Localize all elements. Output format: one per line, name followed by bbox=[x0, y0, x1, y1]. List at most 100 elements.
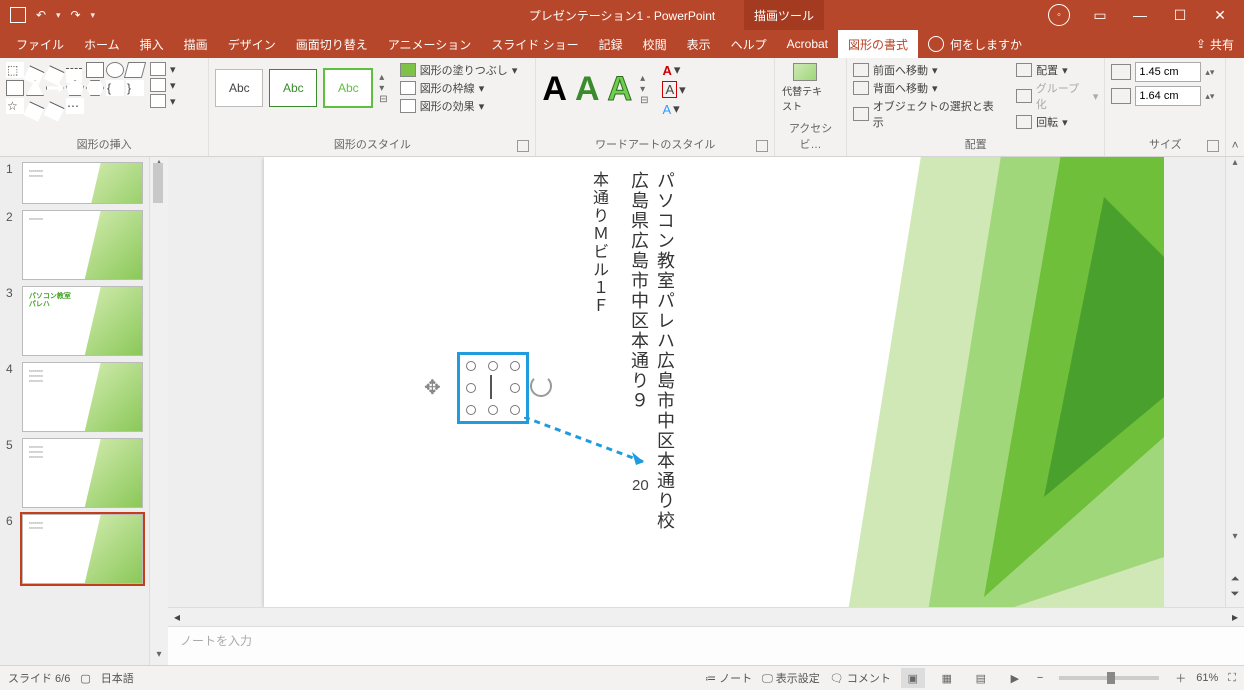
shape-outline-button[interactable]: 図形の枠線 ▾ bbox=[400, 80, 518, 96]
parallelogram-shape-icon[interactable] bbox=[124, 62, 146, 78]
thumb-row-2[interactable]: 2xxxxxxx bbox=[0, 207, 149, 283]
dialog-launcher-icon[interactable] bbox=[1207, 140, 1219, 152]
wordart-gallery-more[interactable]: ▴▾⊟ bbox=[640, 73, 648, 106]
edit-shape-button[interactable]: ▾ bbox=[150, 62, 176, 76]
shape-style-2[interactable]: Abc bbox=[269, 69, 317, 107]
tab-help[interactable]: ヘルプ bbox=[721, 30, 777, 58]
normal-view-button[interactable]: ▣ bbox=[901, 668, 925, 688]
minimize-button[interactable]: — bbox=[1130, 7, 1150, 23]
tab-slideshow[interactable]: スライド ショー bbox=[481, 30, 588, 58]
scroll-thumb[interactable] bbox=[153, 163, 163, 203]
tab-animations[interactable]: アニメーション bbox=[378, 30, 482, 58]
undo-button[interactable]: ↶ bbox=[32, 8, 50, 22]
curve-shape-icon[interactable]: { bbox=[106, 80, 124, 96]
selection-pane-button[interactable]: オブジェクトの選択と表示 bbox=[853, 98, 1002, 130]
comments-button[interactable]: 🗨 コメント bbox=[830, 670, 891, 686]
zoom-level[interactable]: 61% bbox=[1196, 672, 1218, 684]
scroll-up-icon[interactable]: ▴ bbox=[1226, 157, 1244, 173]
vertical-scrollbar[interactable]: ▴ ▾ ⏶ ⏷ bbox=[1225, 157, 1244, 607]
thumb-row-3[interactable]: 3パソコン教室パレハ bbox=[0, 283, 149, 359]
display-settings-button[interactable]: 🖵 表示設定 bbox=[762, 670, 820, 686]
close-button[interactable]: ✕ bbox=[1210, 7, 1230, 24]
tab-shape-format[interactable]: 図形の書式 bbox=[838, 30, 918, 58]
thumb-row-1[interactable]: 1xxxxxxxxxxxxxx bbox=[0, 159, 149, 207]
horizontal-scrollbar[interactable]: ◂ ▸ bbox=[168, 607, 1244, 626]
qat-customize-icon[interactable]: ▾ bbox=[91, 10, 96, 21]
fit-to-window-button[interactable]: ⛶ bbox=[1228, 672, 1236, 685]
thumb-row-4[interactable]: 4xxxxxxxxxxxxxxxxxxxxx bbox=[0, 359, 149, 435]
wordart-style-3[interactable]: A bbox=[608, 70, 633, 109]
brace-shape-icon[interactable]: } bbox=[126, 80, 144, 96]
tab-review[interactable]: 校閲 bbox=[633, 30, 677, 58]
redo-button[interactable]: ↷ bbox=[67, 8, 85, 22]
align-button[interactable]: 配置 ▾ bbox=[1016, 62, 1098, 78]
spinner-icon[interactable]: ▴▾ bbox=[1205, 67, 1214, 78]
line-arrow-shape-icon[interactable] bbox=[44, 65, 65, 85]
dialog-launcher-icon[interactable] bbox=[756, 140, 768, 152]
selected-shape-highlight[interactable] bbox=[457, 352, 529, 424]
scroll-down-icon[interactable]: ▾ bbox=[1226, 531, 1244, 547]
tab-design[interactable]: デザイン bbox=[218, 30, 286, 58]
resize-handle[interactable] bbox=[510, 405, 520, 415]
resize-handle[interactable] bbox=[466, 383, 476, 393]
rect-shape-icon[interactable] bbox=[86, 62, 104, 78]
tab-home[interactable]: ホーム bbox=[74, 30, 130, 58]
slideshow-view-button[interactable]: ▶ bbox=[1003, 668, 1027, 688]
maximize-button[interactable]: ☐ bbox=[1170, 7, 1190, 24]
tab-file[interactable]: ファイル bbox=[6, 30, 74, 58]
bring-forward-button[interactable]: 前面へ移動 ▾ bbox=[853, 62, 1002, 78]
ribbon-options-icon[interactable]: ▭ bbox=[1090, 7, 1110, 24]
rounded-rect-icon[interactable] bbox=[6, 80, 24, 96]
spinner-icon[interactable]: ▴▾ bbox=[1205, 91, 1214, 102]
dialog-launcher-icon[interactable] bbox=[517, 140, 529, 152]
resize-handle[interactable] bbox=[510, 361, 520, 371]
tab-view[interactable]: 表示 bbox=[677, 30, 721, 58]
shape-height-input[interactable] bbox=[1135, 62, 1201, 82]
scribble-shape-icon[interactable] bbox=[44, 101, 65, 121]
textbox-button[interactable]: ▾ bbox=[150, 78, 176, 92]
save-icon[interactable] bbox=[10, 7, 26, 23]
zoom-in-button[interactable]: ＋ bbox=[1175, 670, 1186, 686]
account-icon[interactable]: ◦ bbox=[1048, 4, 1070, 26]
thumbnail-scrollbar[interactable]: ▴ ▾ bbox=[149, 157, 168, 665]
freeform-shape-icon[interactable] bbox=[24, 101, 45, 121]
text-effects-button[interactable]: A▾ bbox=[662, 101, 685, 117]
shape-fill-button[interactable]: 図形の塗りつぶし ▾ bbox=[400, 62, 518, 78]
collapse-ribbon-button[interactable]: ˄ bbox=[1226, 58, 1244, 156]
next-slide-button[interactable]: ⏷ bbox=[1231, 588, 1240, 601]
zoom-slider-knob[interactable] bbox=[1107, 672, 1115, 684]
wordart-style-1[interactable]: A bbox=[542, 70, 567, 109]
zoom-out-button[interactable]: − bbox=[1037, 672, 1043, 684]
tab-draw[interactable]: 描画 bbox=[174, 30, 218, 58]
rotate-button[interactable]: 回転 ▾ bbox=[1016, 114, 1098, 130]
resize-handle[interactable] bbox=[510, 383, 520, 393]
prev-slide-button[interactable]: ⏶ bbox=[1231, 573, 1240, 586]
triangle-shape-icon[interactable] bbox=[26, 80, 44, 96]
tab-transitions[interactable]: 画面切り替え bbox=[286, 30, 378, 58]
alt-text-button[interactable]: 代替テキスト bbox=[781, 62, 829, 114]
resize-handle[interactable] bbox=[488, 361, 498, 371]
scroll-right-icon[interactable]: ▸ bbox=[1226, 610, 1244, 624]
star-shape-icon[interactable]: ☆ bbox=[6, 98, 24, 114]
thumb-row-6[interactable]: 6xxxxxxxxxxxxxx bbox=[0, 511, 149, 587]
sorter-view-button[interactable]: ▦ bbox=[935, 668, 959, 688]
tell-me[interactable]: 何をしますか bbox=[928, 36, 1022, 53]
zoom-slider[interactable] bbox=[1059, 676, 1159, 680]
hexagon-shape-icon[interactable] bbox=[86, 80, 104, 96]
thumb-row-5[interactable]: 5xxxxxxxxxxxxxxxxxxxxx bbox=[0, 435, 149, 511]
scroll-down-icon[interactable]: ▾ bbox=[150, 649, 168, 665]
slide-indicator[interactable]: スライド 6/6 bbox=[8, 670, 70, 686]
reading-view-button[interactable]: ▤ bbox=[969, 668, 993, 688]
text-outline-button[interactable]: A▾ bbox=[662, 81, 685, 98]
style-gallery-more[interactable]: ▴▾⊟ bbox=[379, 72, 387, 105]
slide-canvas[interactable]: パソコン教室パレハ広島市中区本通り校 広島県広島市中区本通り９ 本通りＭビル１Ｆ… bbox=[168, 157, 1225, 607]
shapes-gallery[interactable]: ⬚ { } ☆ ⋯ bbox=[6, 62, 144, 114]
share-button[interactable]: ⇪ 共有 bbox=[1196, 30, 1234, 58]
notes-toggle[interactable]: ≔ ノート bbox=[705, 670, 752, 686]
oval-shape-icon[interactable] bbox=[106, 62, 124, 78]
more-shapes-icon[interactable]: ⋯ bbox=[66, 98, 84, 114]
merge-shapes-button[interactable]: ▾ bbox=[150, 94, 176, 108]
send-backward-button[interactable]: 背面へ移動 ▾ bbox=[853, 80, 1002, 96]
rotate-handle-icon[interactable] bbox=[530, 375, 552, 397]
textbox-shape-icon[interactable]: ⬚ bbox=[6, 62, 24, 78]
